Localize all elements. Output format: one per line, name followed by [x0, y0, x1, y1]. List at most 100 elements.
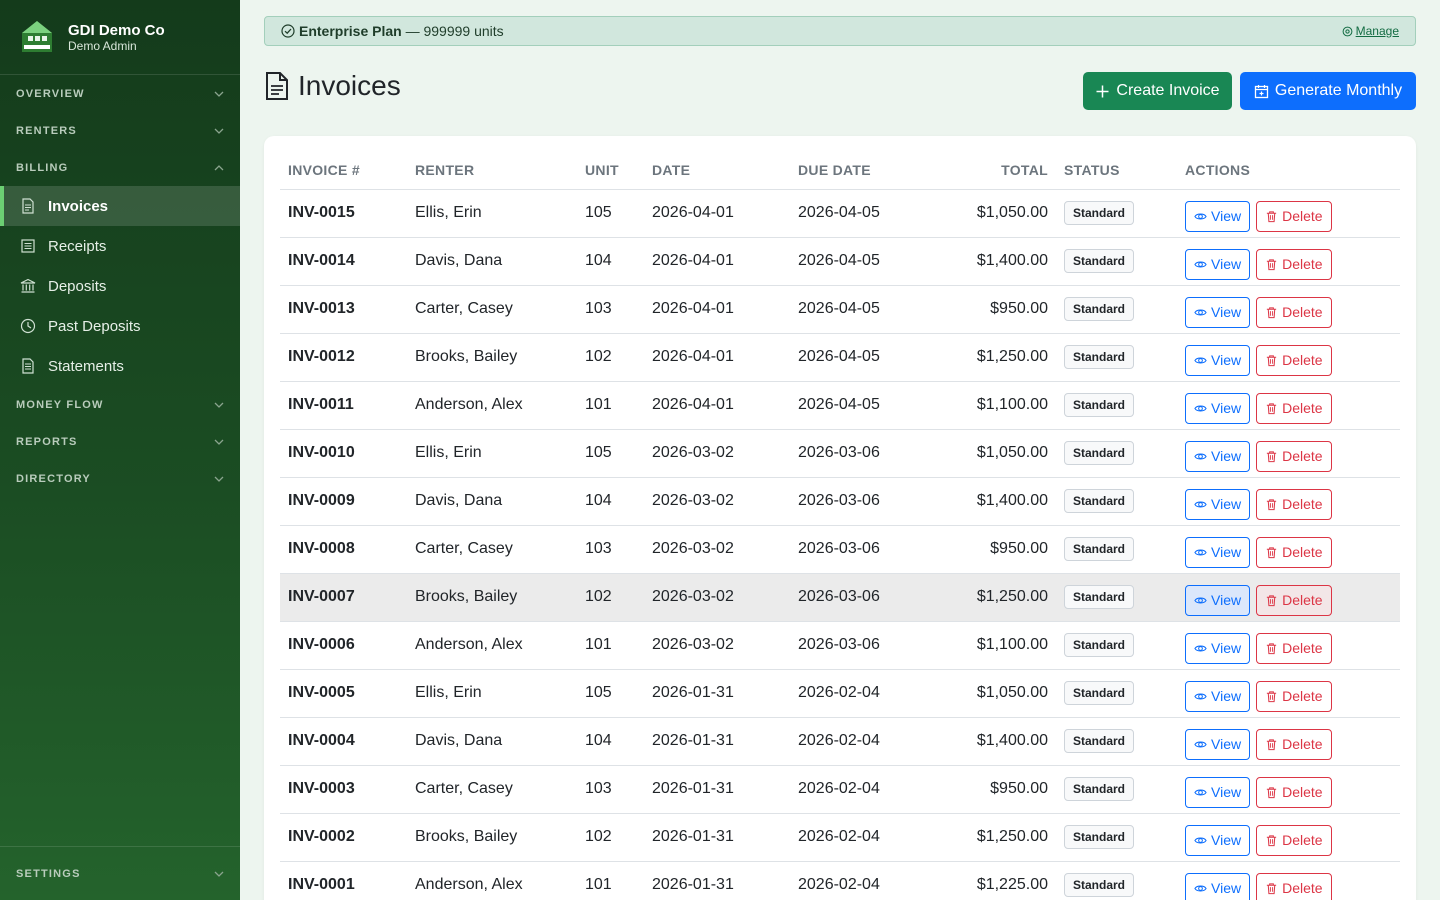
sidebar-item-receipts[interactable]: Receipts	[0, 226, 240, 266]
view-button[interactable]: View	[1185, 632, 1251, 664]
trash-icon	[1266, 882, 1277, 894]
header-date[interactable]: DATE	[644, 152, 790, 190]
unit-number: 101	[577, 621, 644, 670]
delete-button[interactable]: Delete	[1256, 392, 1332, 424]
create-invoice-button[interactable]: Create Invoice	[1083, 72, 1232, 110]
create-invoice-label: Create Invoice	[1116, 82, 1220, 99]
invoice-date: 2026-03-02	[644, 573, 790, 622]
view-label: View	[1211, 640, 1242, 656]
section-settings[interactable]: SETTINGS	[0, 847, 240, 900]
invoice-number: INV-0006	[280, 621, 407, 670]
table-header-row: INVOICE # RENTER UNIT DATE DUE DATE TOTA…	[280, 152, 1400, 190]
delete-button[interactable]: Delete	[1256, 248, 1332, 280]
sidebar-item-deposits[interactable]: Deposits	[0, 266, 240, 306]
section-money-flow[interactable]: MONEY FLOW	[0, 386, 240, 423]
header-unit[interactable]: UNIT	[577, 152, 644, 190]
header-due-date[interactable]: DUE DATE	[790, 152, 930, 190]
delete-label: Delete	[1282, 352, 1323, 368]
table-row[interactable]: INV-0013 Carter, Casey 103 2026-04-01 20…	[280, 285, 1400, 334]
due-date: 2026-03-06	[790, 525, 930, 574]
invoice-number: INV-0007	[280, 573, 407, 622]
view-button[interactable]: View	[1185, 584, 1251, 616]
table-row[interactable]: INV-0002 Brooks, Bailey 102 2026-01-31 2…	[280, 813, 1400, 862]
table-row[interactable]: INV-0012 Brooks, Bailey 102 2026-04-01 2…	[280, 333, 1400, 382]
view-button[interactable]: View	[1185, 872, 1251, 900]
chevron-down-icon	[214, 402, 224, 408]
table-row[interactable]: INV-0006 Anderson, Alex 101 2026-03-02 2…	[280, 621, 1400, 670]
delete-button[interactable]: Delete	[1256, 440, 1332, 472]
delete-label: Delete	[1282, 880, 1323, 896]
invoice-total: $1,250.00	[930, 573, 1056, 622]
brand[interactable]: GDI Demo Co Demo Admin	[0, 0, 240, 75]
table-row[interactable]: INV-0010 Ellis, Erin 105 2026-03-02 2026…	[280, 429, 1400, 478]
view-button[interactable]: View	[1185, 392, 1251, 424]
delete-button[interactable]: Delete	[1256, 584, 1332, 616]
view-button[interactable]: View	[1185, 824, 1251, 856]
table-row[interactable]: INV-0007 Brooks, Bailey 102 2026-03-02 2…	[280, 573, 1400, 622]
view-button[interactable]: View	[1185, 776, 1251, 808]
section-directory[interactable]: DIRECTORY	[0, 460, 240, 497]
delete-label: Delete	[1282, 304, 1323, 320]
header-total[interactable]: TOTAL	[930, 152, 1056, 190]
delete-button[interactable]: Delete	[1256, 728, 1332, 760]
delete-button[interactable]: Delete	[1256, 296, 1332, 328]
trash-icon	[1266, 834, 1277, 846]
invoice-total: $1,100.00	[930, 381, 1056, 430]
view-label: View	[1211, 352, 1242, 368]
section-billing[interactable]: BILLING	[0, 149, 240, 186]
renter-name: Ellis, Erin	[407, 189, 577, 238]
sidebar-item-statements[interactable]: Statements	[0, 346, 240, 386]
delete-button[interactable]: Delete	[1256, 872, 1332, 900]
table-row[interactable]: INV-0015 Ellis, Erin 105 2026-04-01 2026…	[280, 189, 1400, 238]
renter-name: Anderson, Alex	[407, 861, 577, 900]
view-button[interactable]: View	[1185, 680, 1251, 712]
header-status[interactable]: STATUS	[1056, 152, 1177, 190]
view-button[interactable]: View	[1185, 440, 1251, 472]
view-button[interactable]: View	[1185, 296, 1251, 328]
generate-monthly-button[interactable]: Generate Monthly	[1240, 72, 1416, 110]
renter-name: Ellis, Erin	[407, 429, 577, 478]
table-row[interactable]: INV-0003 Carter, Casey 103 2026-01-31 20…	[280, 765, 1400, 814]
delete-button[interactable]: Delete	[1256, 776, 1332, 808]
header-invoice[interactable]: INVOICE #	[280, 152, 407, 190]
sidebar-item-invoices[interactable]: Invoices	[0, 186, 240, 226]
eye-icon	[1194, 549, 1207, 555]
status-cell: Standard	[1056, 621, 1177, 670]
view-button[interactable]: View	[1185, 200, 1251, 232]
invoice-number: INV-0003	[280, 765, 407, 814]
status-cell: Standard	[1056, 669, 1177, 718]
delete-button[interactable]: Delete	[1256, 680, 1332, 712]
section-renters[interactable]: RENTERS	[0, 112, 240, 149]
table-row[interactable]: INV-0005 Ellis, Erin 105 2026-01-31 2026…	[280, 669, 1400, 718]
table-row[interactable]: INV-0008 Carter, Casey 103 2026-03-02 20…	[280, 525, 1400, 574]
table-row[interactable]: INV-0014 Davis, Dana 104 2026-04-01 2026…	[280, 237, 1400, 286]
page-title: Invoices	[298, 70, 401, 101]
delete-button[interactable]: Delete	[1256, 344, 1332, 376]
delete-button[interactable]: Delete	[1256, 632, 1332, 664]
view-button[interactable]: View	[1185, 248, 1251, 280]
actions-cell: View Delete	[1177, 813, 1400, 862]
delete-button[interactable]: Delete	[1256, 488, 1332, 520]
settings-footer: SETTINGS	[0, 846, 240, 900]
invoice-total: $1,225.00	[930, 861, 1056, 900]
section-overview[interactable]: OVERVIEW	[0, 75, 240, 112]
delete-button[interactable]: Delete	[1256, 536, 1332, 568]
section-reports[interactable]: REPORTS	[0, 423, 240, 460]
view-button[interactable]: View	[1185, 344, 1251, 376]
table-row[interactable]: INV-0011 Anderson, Alex 101 2026-04-01 2…	[280, 381, 1400, 430]
view-button[interactable]: View	[1185, 728, 1251, 760]
delete-button[interactable]: Delete	[1256, 824, 1332, 856]
delete-button[interactable]: Delete	[1256, 200, 1332, 232]
invoice-date: 2026-01-31	[644, 813, 790, 862]
header-renter[interactable]: RENTER	[407, 152, 577, 190]
view-label: View	[1211, 880, 1242, 896]
sidebar-item-past-deposits[interactable]: Past Deposits	[0, 306, 240, 346]
status-badge: Standard	[1064, 873, 1135, 897]
table-row[interactable]: INV-0009 Davis, Dana 104 2026-03-02 2026…	[280, 477, 1400, 526]
table-row[interactable]: INV-0001 Anderson, Alex 101 2026-01-31 2…	[280, 861, 1400, 900]
table-row[interactable]: INV-0004 Davis, Dana 104 2026-01-31 2026…	[280, 717, 1400, 766]
actions-cell: View Delete	[1177, 333, 1400, 382]
view-button[interactable]: View	[1185, 488, 1251, 520]
view-button[interactable]: View	[1185, 536, 1251, 568]
manage-link[interactable]: Manage	[1342, 24, 1399, 38]
